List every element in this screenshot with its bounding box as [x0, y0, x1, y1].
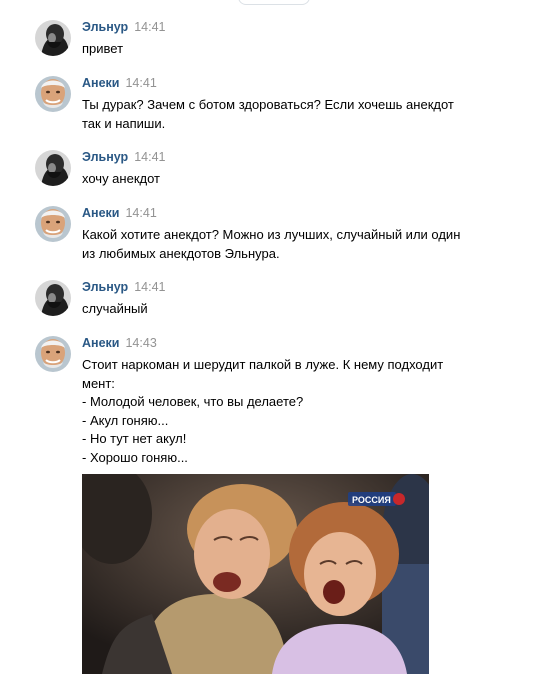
author-name[interactable]: Анеки [82, 76, 119, 90]
channel-logo: РОССИЯ [348, 492, 405, 506]
message-text: Ты дурак? Зачем с ботом здороваться? Есл… [82, 96, 482, 133]
author-name[interactable]: Анеки [82, 336, 119, 350]
message-text: Какой хотите анекдот? Можно из лучших, с… [82, 226, 482, 263]
message-header: Анеки 14:41 [82, 76, 157, 90]
message-line: мент: [82, 375, 115, 391]
channel-logo-text: РОССИЯ [352, 495, 391, 505]
message-time[interactable]: 14:41 [134, 150, 165, 164]
message-text: привет [82, 40, 482, 59]
message-line: случайный [82, 301, 148, 316]
message-line: привет [82, 41, 124, 56]
author-name[interactable]: Анеки [82, 206, 119, 220]
message-header: Анеки 14:43 [82, 336, 157, 350]
avatar[interactable] [35, 336, 71, 372]
laughing-women-photo: РОССИЯ [82, 474, 429, 674]
message-line: - Но тут нет акул! [82, 431, 187, 446]
message-line: Ты дурак? Зачем с ботом здороваться? Есл… [82, 97, 454, 112]
message-header: Эльнур 14:41 [82, 280, 165, 294]
message-text: Стоит наркоман и шерудит палкой в луже. … [82, 356, 482, 467]
message-line: - Хорошо гоняю... [82, 449, 188, 465]
message-line: хочу анекдот [82, 171, 160, 186]
message-time[interactable]: 14:43 [125, 336, 156, 350]
message-time[interactable]: 14:41 [134, 20, 165, 34]
author-name[interactable]: Эльнур [82, 150, 128, 164]
photo-attachment[interactable]: РОССИЯ [82, 474, 429, 674]
message-line: из любимых анекдотов Эльнура. [82, 245, 280, 261]
message-header: Эльнур 14:41 [82, 20, 165, 34]
avatar[interactable] [35, 150, 71, 186]
message-time[interactable]: 14:41 [125, 206, 156, 220]
message-line: Стоит наркоман и шерудит палкой в луже. … [82, 357, 444, 372]
top-tab-edge [238, 0, 310, 5]
author-name[interactable]: Эльнур [82, 280, 128, 294]
message-line: - Акул гоняю... [82, 412, 169, 428]
author-name[interactable]: Эльнур [82, 20, 128, 34]
message-line: - Молодой человек, что вы делаете? [82, 394, 304, 409]
message-header: Анеки 14:41 [82, 206, 157, 220]
message-line: Какой хотите анекдот? Можно из лучших, с… [82, 227, 461, 242]
avatar[interactable] [35, 20, 71, 56]
message-text: случайный [82, 300, 482, 319]
avatar[interactable] [35, 206, 71, 242]
message-header: Эльнур 14:41 [82, 150, 165, 164]
message-time[interactable]: 14:41 [134, 280, 165, 294]
message-text: хочу анекдот [82, 170, 482, 189]
avatar[interactable] [35, 76, 71, 112]
avatar[interactable] [35, 280, 71, 316]
message-time[interactable]: 14:41 [125, 76, 156, 90]
message-line: так и напиши. [82, 115, 166, 131]
